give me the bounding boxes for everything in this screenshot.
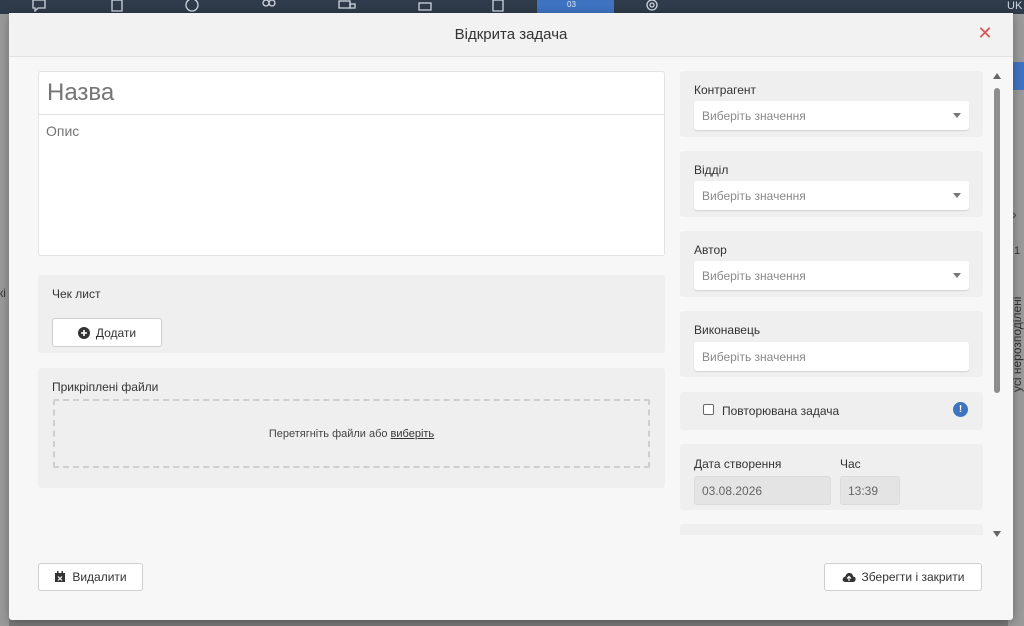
app-topbar: 03 UK: [0, 0, 1024, 14]
checklist-panel: Чек лист Додати: [38, 275, 665, 353]
info-icon[interactable]: !: [953, 402, 968, 417]
recurring-checkbox[interactable]: [703, 404, 714, 415]
assignee-label: Виконавець: [694, 323, 761, 337]
recurring-label[interactable]: Повторювана задача: [722, 404, 839, 418]
checklist-label: Чек лист: [52, 287, 101, 301]
modal-title: Відкрита задача: [454, 26, 568, 43]
next-panel-partial: [680, 524, 983, 535]
delete-button-label: Видалити: [72, 570, 127, 584]
chat-icon[interactable]: [28, 0, 50, 12]
tasks-icon[interactable]: [106, 0, 128, 12]
add-checklist-item-button[interactable]: Додати: [52, 318, 162, 347]
created-date-panel: Дата створення Час 03.08.2026 13:39: [680, 444, 983, 510]
save-button-label: Зберегти і закрити: [861, 570, 965, 584]
counterparty-placeholder: Виберіть значення: [702, 109, 806, 123]
task-description-input[interactable]: [38, 114, 665, 256]
department-select[interactable]: Виберіть значення: [694, 181, 969, 210]
department-panel: Відділ Виберіть значення: [680, 151, 983, 217]
recurring-panel: Повторювана задача !: [680, 392, 983, 430]
time-field: 13:39: [840, 476, 900, 505]
assignee-panel: Виконавець Виберіть значення: [680, 311, 983, 377]
department-placeholder: Виберіть значення: [702, 189, 806, 203]
task-modal: Відкрита задача ✕ Чек лист Додати Прикрі…: [9, 13, 1013, 620]
chevron-down-icon: [953, 113, 961, 118]
author-placeholder: Виберіть значення: [702, 269, 806, 283]
chevron-down-icon: [953, 193, 961, 198]
right-scrollbar[interactable]: [993, 73, 1003, 537]
time-label: Час: [840, 457, 861, 471]
counterparty-panel: Контрагент Виберіть значення: [680, 71, 983, 137]
background-blue-button[interactable]: [1012, 62, 1024, 90]
assignee-input[interactable]: Виберіть значення: [694, 342, 969, 371]
modal-header: Відкрита задача ✕: [9, 13, 1013, 57]
choose-files-link[interactable]: виберіть: [391, 428, 435, 440]
created-date-field: 03.08.2026: [694, 476, 831, 505]
chevron-down-icon: [953, 273, 961, 278]
file-dropzone[interactable]: Перетягніть файли або виберіть: [53, 399, 650, 468]
calculator-icon[interactable]: [487, 0, 509, 12]
background-left-strip: кі: [0, 14, 9, 626]
plus-circle-icon: [77, 326, 90, 339]
department-label: Відділ: [694, 163, 729, 177]
car-icon[interactable]: [414, 0, 436, 12]
add-button-label: Додати: [95, 325, 137, 340]
background-left-text: кі: [0, 286, 6, 300]
counterparty-select[interactable]: Виберіть значення: [694, 101, 969, 130]
attachments-label: Прикріплені файли: [52, 380, 159, 394]
delete-button[interactable]: Видалити: [38, 563, 143, 591]
attachments-panel: Прикріплені файли Перетягніть файли або …: [38, 368, 665, 488]
dropzone-text: Перетягніть файли або: [268, 427, 388, 440]
scroll-thumb[interactable]: [994, 88, 1000, 393]
nav-calendar-active[interactable]: 03: [537, 0, 614, 14]
money-icon[interactable]: [181, 0, 203, 12]
author-label: Автор: [694, 243, 727, 257]
created-date-label: Дата створення: [694, 457, 782, 471]
author-panel: Автор Виберіть значення: [680, 231, 983, 297]
close-icon[interactable]: ✕: [977, 24, 993, 42]
calendar-icon-label: 03: [567, 0, 576, 9]
language-switch[interactable]: UK: [1007, 0, 1022, 12]
save-and-close-button[interactable]: Зберегти і закрити: [824, 563, 982, 591]
task-name-input[interactable]: [38, 71, 665, 115]
scroll-up-arrow-icon[interactable]: [993, 73, 1001, 79]
counterparty-label: Контрагент: [694, 83, 757, 97]
author-select[interactable]: Виберіть значення: [694, 261, 969, 290]
background-count: 1: [1014, 245, 1021, 257]
assignee-placeholder: Виберіть значення: [702, 350, 806, 364]
scroll-down-arrow-icon[interactable]: [993, 531, 1001, 537]
users-icon[interactable]: [258, 0, 280, 12]
gear-icon[interactable]: [641, 0, 663, 12]
calendar-delete-icon: [55, 571, 66, 582]
truck-icon[interactable]: [336, 0, 358, 12]
cloud-upload-icon: [842, 572, 856, 582]
